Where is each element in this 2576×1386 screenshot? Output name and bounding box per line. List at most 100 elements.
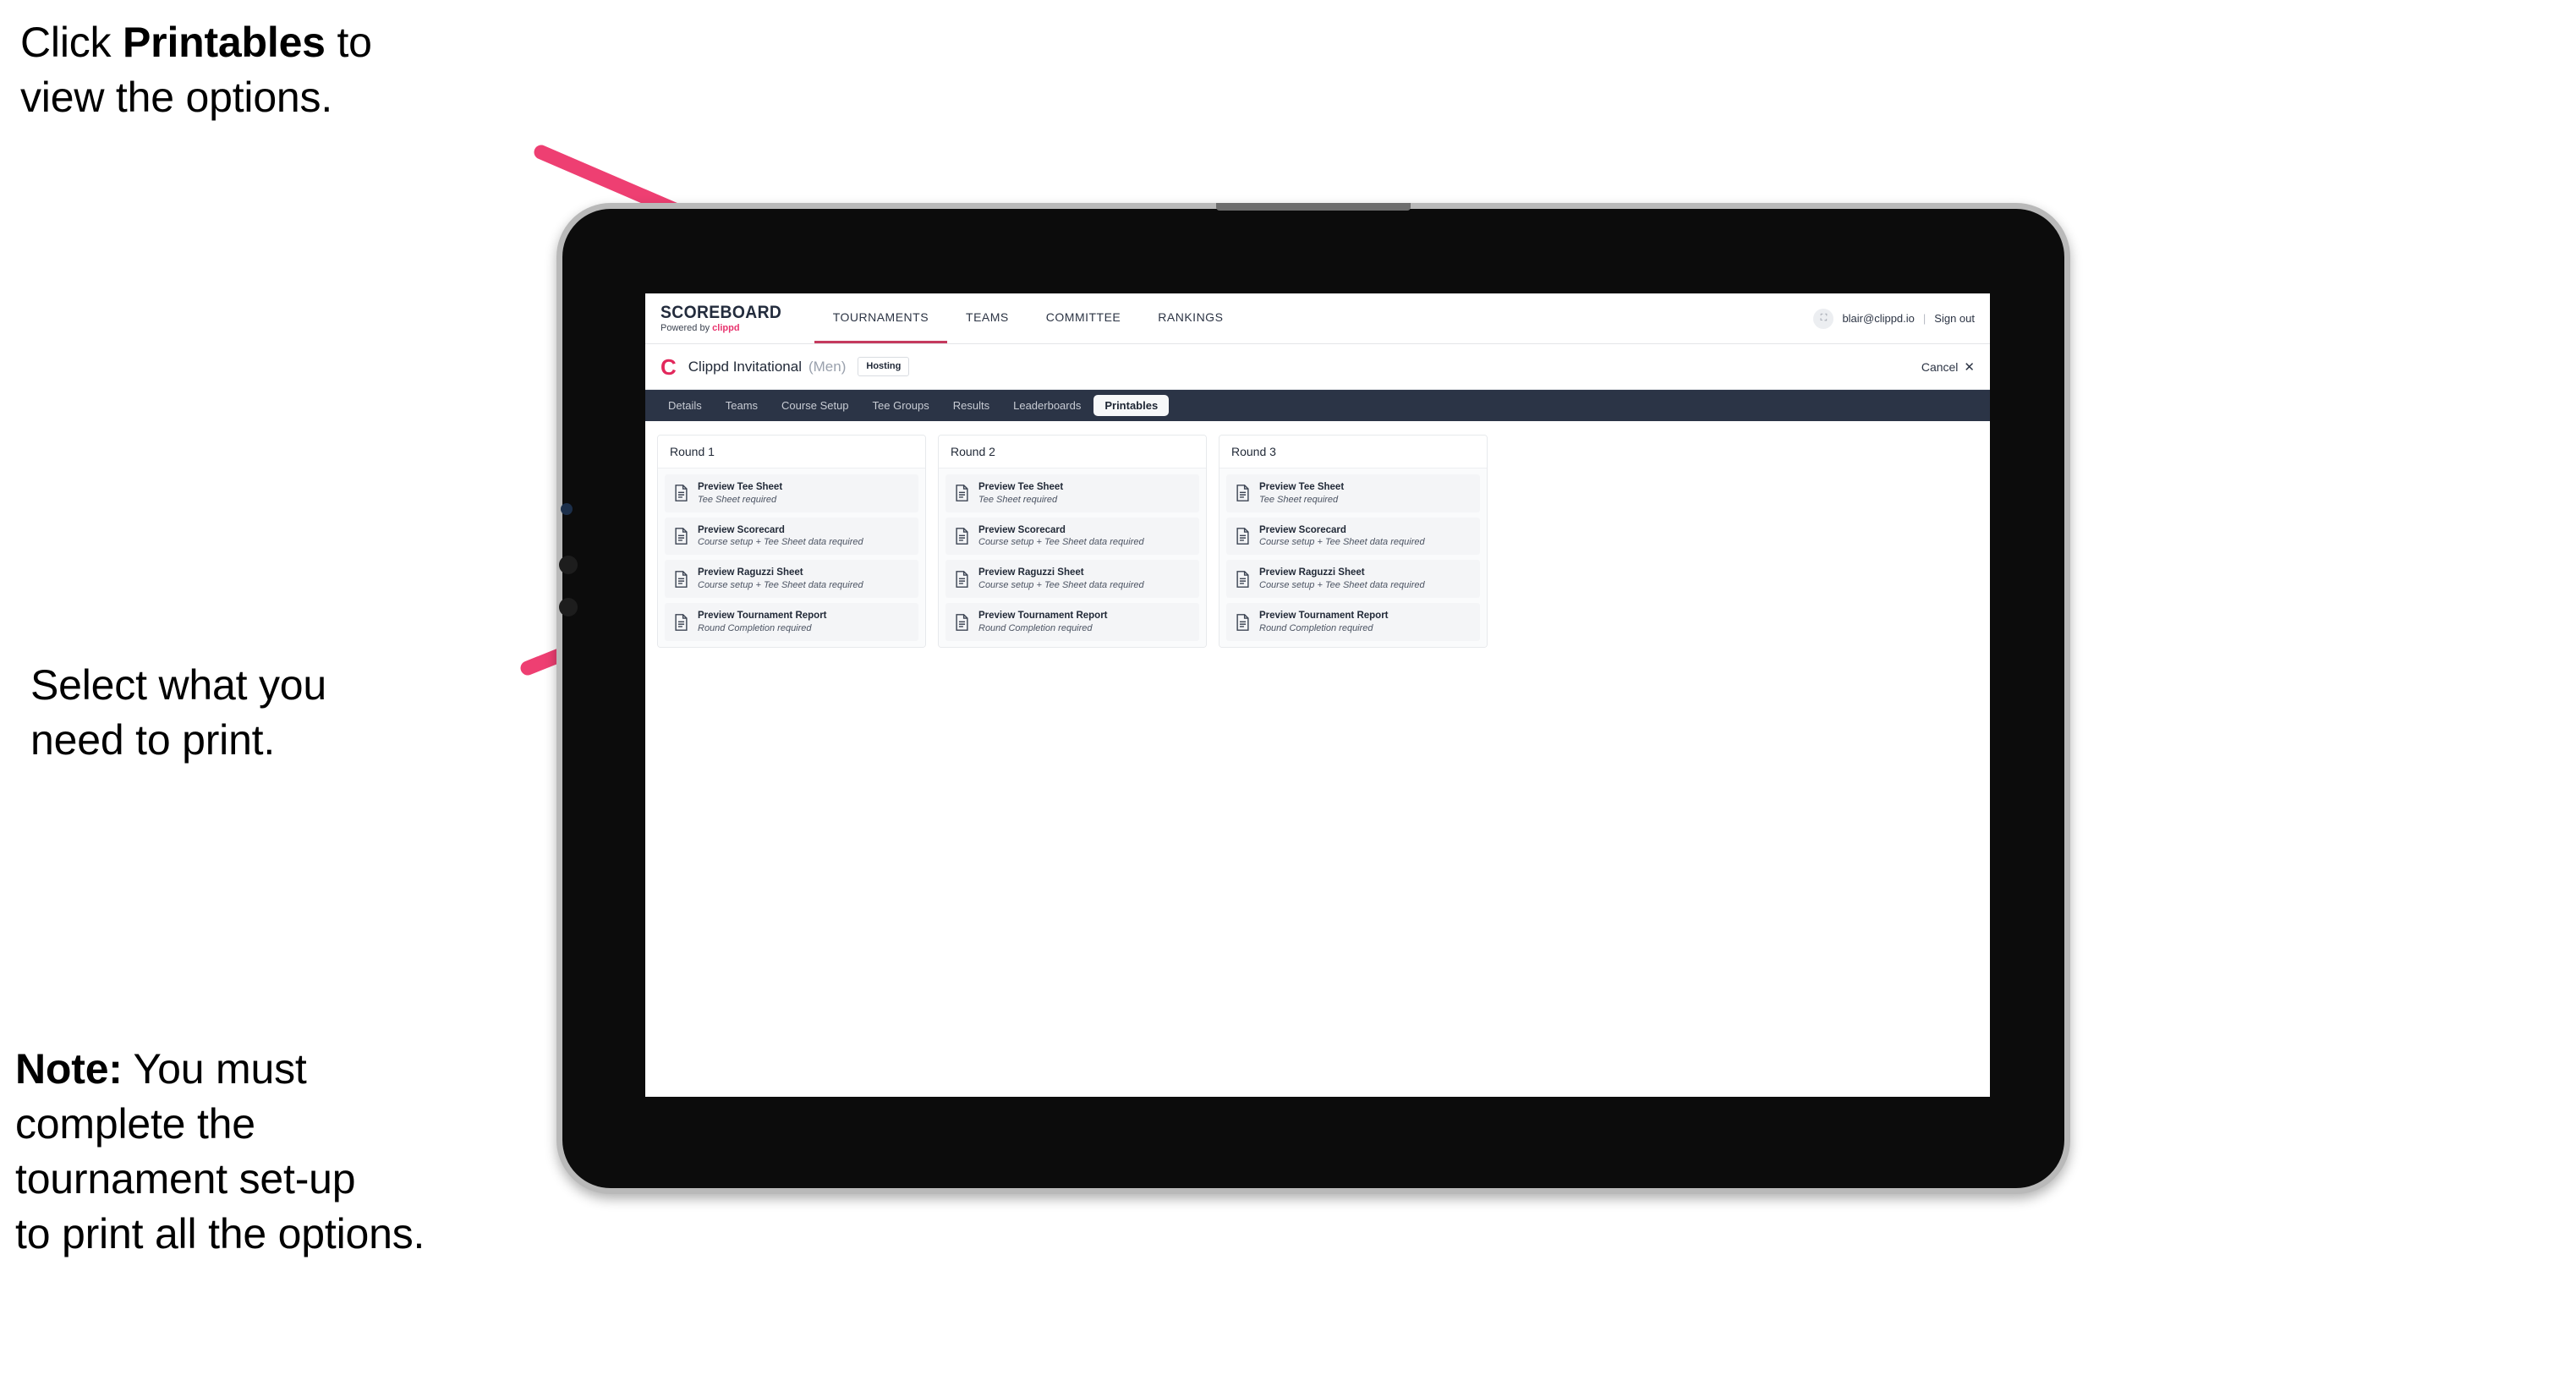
tab-tee-groups[interactable]: Tee Groups xyxy=(862,395,940,416)
printable-item-requirement: Tee Sheet required xyxy=(698,494,777,505)
printable-item-title: Preview Raguzzi Sheet xyxy=(1259,567,1365,578)
brand-subtitle: Powered by clippd xyxy=(660,324,792,333)
document-icon xyxy=(1236,528,1249,545)
tab-details[interactable]: Details xyxy=(657,395,713,416)
sign-out-link[interactable]: Sign out xyxy=(1934,312,1975,325)
printable-item-requirement: Tee Sheet required xyxy=(978,494,1058,505)
annotation-click-pre: Click xyxy=(20,19,123,66)
nav-item-committee[interactable]: COMMITTEE xyxy=(1028,293,1140,343)
printable-item-requirement: Course setup + Tee Sheet data required xyxy=(978,537,1144,548)
printable-item-requirement: Round Completion required xyxy=(978,622,1093,633)
printable-item-tee-sheet[interactable]: Preview Tee Sheet Tee Sheet required xyxy=(665,474,918,512)
clippd-logo-icon: C xyxy=(660,353,677,380)
printable-item-scorecard[interactable]: Preview Scorecard Course setup + Tee She… xyxy=(1226,517,1480,556)
document-icon xyxy=(675,613,688,631)
brand-powered-prefix: Powered by xyxy=(660,323,713,333)
brand-title: SCOREBOARD xyxy=(660,303,782,322)
printable-item-raguzzi-sheet[interactable]: Preview Raguzzi Sheet Course setup + Tee… xyxy=(665,560,918,599)
printable-item-tee-sheet[interactable]: Preview Tee Sheet Tee Sheet required xyxy=(945,474,1199,512)
document-icon xyxy=(675,485,688,502)
printable-item-requirement: Course setup + Tee Sheet data required xyxy=(978,580,1144,591)
tablet-volume-down-button[interactable] xyxy=(559,598,578,616)
account-separator: | xyxy=(1922,312,1927,325)
tablet-indicator-light xyxy=(561,503,573,515)
app-header: SCOREBOARD Powered by clippd TOURNAMENTS… xyxy=(645,293,1990,344)
printable-item-title: Preview Tournament Report xyxy=(1259,611,1389,622)
slide-canvas: Click Printables to view the options. Se… xyxy=(0,0,2576,1386)
document-icon xyxy=(1236,570,1249,588)
nav-item-rankings[interactable]: RANKINGS xyxy=(1139,293,1241,343)
round-items-list: Preview Tee Sheet Tee Sheet required Pre… xyxy=(658,468,925,647)
tablet-volume-up-button[interactable] xyxy=(559,556,578,574)
round-card-3: Round 3 Preview Tee Sheet Tee Sheet requ… xyxy=(1219,435,1488,648)
document-icon xyxy=(1236,485,1249,502)
printable-item-requirement: Round Completion required xyxy=(1259,622,1373,633)
tab-teams[interactable]: Teams xyxy=(715,395,769,416)
tab-results[interactable]: Results xyxy=(942,395,1000,416)
round-items-list: Preview Tee Sheet Tee Sheet required Pre… xyxy=(1219,468,1487,647)
round-title: Round 3 xyxy=(1219,436,1487,468)
printable-item-raguzzi-sheet[interactable]: Preview Raguzzi Sheet Course setup + Tee… xyxy=(1226,560,1480,599)
printable-item-scorecard[interactable]: Preview Scorecard Course setup + Tee She… xyxy=(945,517,1199,556)
account-email: blair@clippd.io xyxy=(1842,312,1915,325)
printable-item-title: Preview Tournament Report xyxy=(978,611,1108,622)
tournament-name: Clippd Invitational xyxy=(688,358,802,375)
main-navigation: TOURNAMENTS TEAMS COMMITTEE RANKINGS xyxy=(814,293,1242,343)
printable-item-title: Preview Scorecard xyxy=(978,524,1066,535)
tab-printables[interactable]: Printables xyxy=(1093,395,1170,416)
close-icon: ✕ xyxy=(1964,359,1975,375)
document-icon xyxy=(956,613,968,631)
cancel-label: Cancel xyxy=(1921,359,1959,374)
round-card-1: Round 1 Preview Tee Sheet Tee Sheet requ… xyxy=(657,435,926,648)
printable-item-tournament-report[interactable]: Preview Tournament Report Round Completi… xyxy=(665,603,918,641)
printable-item-title: Preview Tee Sheet xyxy=(1259,482,1345,492)
printable-item-tournament-report[interactable]: Preview Tournament Report Round Completi… xyxy=(945,603,1199,641)
tab-course-setup[interactable]: Course Setup xyxy=(770,395,860,416)
document-icon xyxy=(956,570,968,588)
printable-item-title: Preview Raguzzi Sheet xyxy=(698,567,803,578)
printable-item-title: Preview Tee Sheet xyxy=(978,482,1064,492)
brand-logo[interactable]: SCOREBOARD Powered by clippd xyxy=(645,293,814,343)
account-area: ⛶ blair@clippd.io | Sign out xyxy=(1813,293,1990,343)
round-card-2: Round 2 Preview Tee Sheet Tee Sheet requ… xyxy=(938,435,1207,648)
annotation-note-bold: Note: xyxy=(15,1045,123,1093)
annotation-click-bold: Printables xyxy=(123,19,326,66)
printable-item-title: Preview Scorecard xyxy=(698,524,785,535)
nav-item-teams[interactable]: TEAMS xyxy=(947,293,1028,343)
document-icon xyxy=(956,528,968,545)
printable-item-requirement: Tee Sheet required xyxy=(1259,494,1339,505)
round-title: Round 1 xyxy=(658,436,925,468)
cancel-button[interactable]: Cancel ✕ xyxy=(1921,359,1975,375)
document-icon xyxy=(675,528,688,545)
document-icon xyxy=(675,570,688,588)
printable-item-title: Preview Tee Sheet xyxy=(698,482,783,492)
document-icon xyxy=(956,485,968,502)
round-title: Round 2 xyxy=(939,436,1206,468)
nav-item-tournaments[interactable]: TOURNAMENTS xyxy=(814,293,948,343)
round-items-list: Preview Tee Sheet Tee Sheet required Pre… xyxy=(939,468,1206,647)
document-icon xyxy=(1236,613,1249,631)
printable-item-title: Preview Scorecard xyxy=(1259,524,1346,535)
section-tabs: Details Teams Course Setup Tee Groups Re… xyxy=(645,390,1990,421)
app-screen: SCOREBOARD Powered by clippd TOURNAMENTS… xyxy=(645,293,1990,1097)
printable-item-requirement: Course setup + Tee Sheet data required xyxy=(698,580,863,591)
printable-item-tournament-report[interactable]: Preview Tournament Report Round Completi… xyxy=(1226,603,1480,641)
tablet-device: SCOREBOARD Powered by clippd TOURNAMENTS… xyxy=(556,203,2070,1194)
avatar[interactable]: ⛶ xyxy=(1813,308,1834,329)
printable-item-requirement: Course setup + Tee Sheet data required xyxy=(1259,537,1425,548)
tournament-header: C Clippd Invitational (Men) Hosting Canc… xyxy=(645,344,1990,390)
tournament-gender: (Men) xyxy=(808,358,847,375)
printable-item-tee-sheet[interactable]: Preview Tee Sheet Tee Sheet required xyxy=(1226,474,1480,512)
tab-leaderboards[interactable]: Leaderboards xyxy=(1002,395,1092,416)
printable-item-scorecard[interactable]: Preview Scorecard Course setup + Tee She… xyxy=(665,517,918,556)
printable-item-requirement: Round Completion required xyxy=(698,622,812,633)
status-badge: Hosting xyxy=(858,357,910,376)
brand-powered-name: clippd xyxy=(712,323,740,333)
annotation-select-print: Select what you need to print. xyxy=(30,661,326,764)
tablet-camera-strip xyxy=(1216,203,1411,211)
printables-content: Round 1 Preview Tee Sheet Tee Sheet requ… xyxy=(645,421,1990,661)
printable-item-raguzzi-sheet[interactable]: Preview Raguzzi Sheet Course setup + Tee… xyxy=(945,560,1199,599)
printable-item-title: Preview Raguzzi Sheet xyxy=(978,567,1084,578)
printable-item-requirement: Course setup + Tee Sheet data required xyxy=(1259,580,1425,591)
printable-item-title: Preview Tournament Report xyxy=(698,611,827,622)
